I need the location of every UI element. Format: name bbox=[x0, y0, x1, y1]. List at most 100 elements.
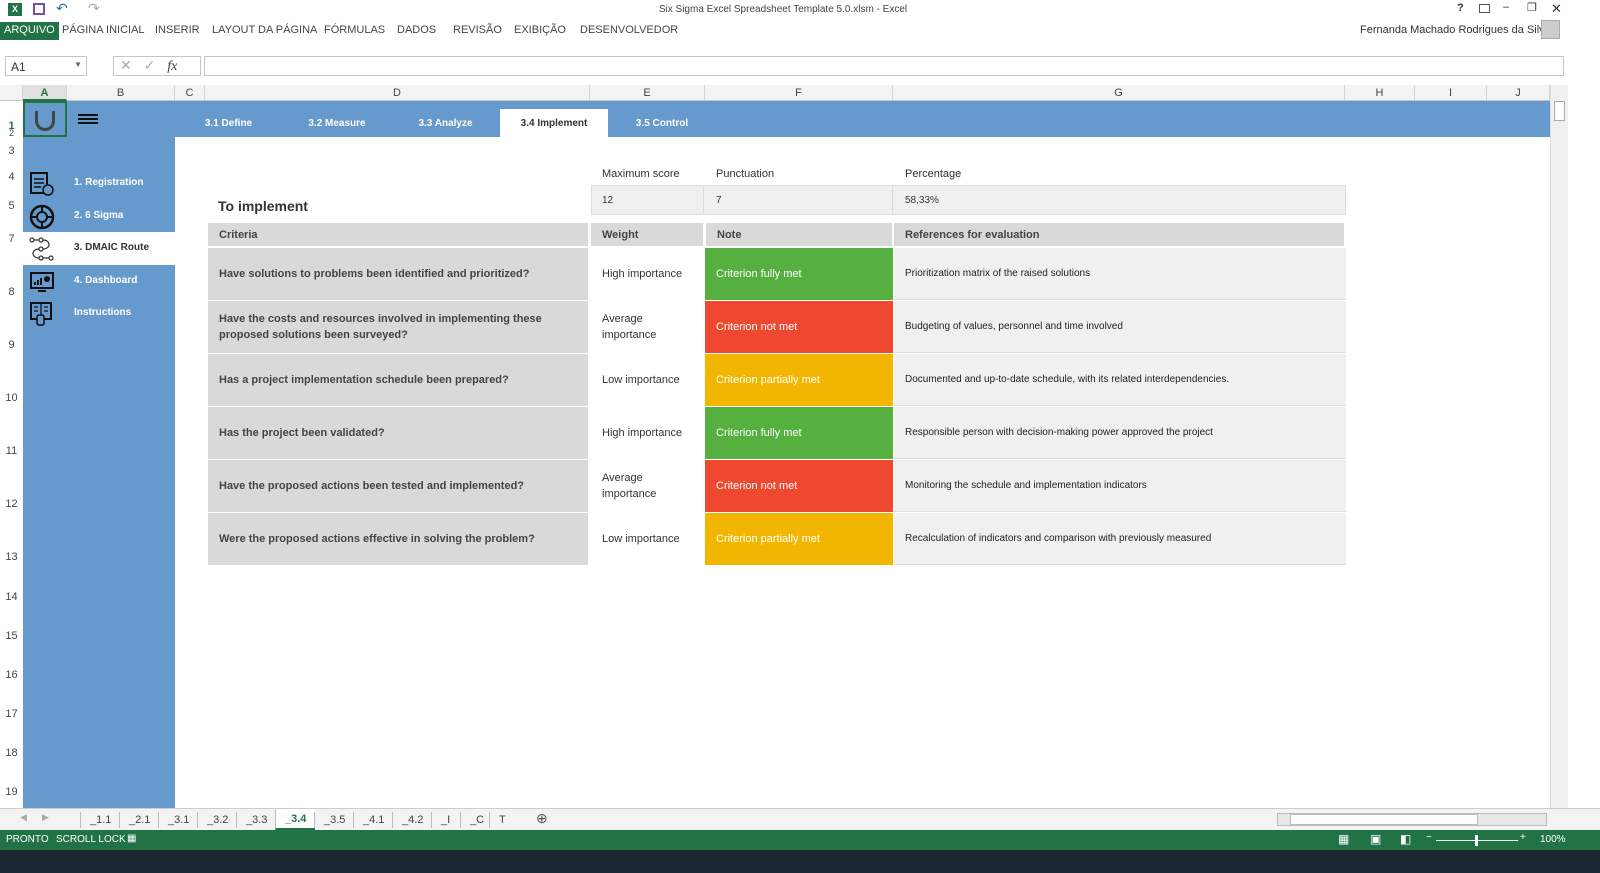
column-header-b[interactable]: B bbox=[67, 85, 175, 101]
row-header[interactable]: 5 bbox=[0, 200, 23, 212]
column-header-e[interactable]: E bbox=[590, 85, 705, 101]
sidebar-item-dashboard[interactable]: 4. Dashboard bbox=[23, 265, 175, 298]
note-cell[interactable]: Criterion partially met bbox=[705, 354, 893, 406]
chevron-down-icon[interactable]: ▼ bbox=[74, 60, 82, 69]
weight-cell[interactable]: Average importance bbox=[591, 301, 703, 353]
zoom-in-icon[interactable]: + bbox=[1520, 832, 1526, 843]
page-layout-view-icon[interactable]: ▣ bbox=[1370, 832, 1381, 846]
row-header[interactable]: 7 bbox=[0, 233, 23, 245]
sidebar-item-instructions[interactable]: Instructions bbox=[23, 297, 175, 330]
home-logo-icon[interactable] bbox=[23, 101, 67, 137]
sheet-tab[interactable]: _3.5 bbox=[314, 812, 354, 828]
menu-icon[interactable] bbox=[78, 114, 98, 124]
phase-tab-measure[interactable]: 3.2 Measure bbox=[293, 109, 381, 137]
column-header-h[interactable]: H bbox=[1345, 85, 1415, 101]
scroll-thumb[interactable] bbox=[1554, 101, 1565, 121]
row-header[interactable]: 16 bbox=[0, 669, 23, 681]
row-header[interactable]: 15 bbox=[0, 630, 23, 642]
weight-cell[interactable]: Low importance bbox=[591, 354, 703, 406]
scroll-tabs-left-icon[interactable]: ◀ bbox=[20, 812, 27, 823]
formula-input[interactable] bbox=[204, 56, 1564, 76]
phase-tab-implement[interactable]: 3.4 Implement bbox=[500, 109, 608, 137]
row-header[interactable]: 17 bbox=[0, 708, 23, 720]
sheet-tab[interactable]: _I bbox=[431, 812, 459, 828]
tab-file[interactable]: ARQUIVO bbox=[0, 22, 59, 40]
tab-page-layout[interactable]: LAYOUT DA PÁGINA bbox=[212, 24, 317, 36]
column-header-d[interactable]: D bbox=[205, 85, 590, 101]
row-header[interactable]: 4 bbox=[0, 171, 23, 183]
horizontal-scrollbar[interactable] bbox=[1277, 813, 1547, 826]
weight-cell[interactable]: High importance bbox=[591, 407, 703, 459]
row-header[interactable]: 11 bbox=[0, 445, 23, 457]
normal-view-icon[interactable]: ▦ bbox=[1338, 832, 1349, 846]
row-header[interactable]: 10 bbox=[0, 392, 23, 404]
page-break-view-icon[interactable]: ◧ bbox=[1400, 832, 1411, 846]
tab-view[interactable]: EXIBIÇÃO bbox=[514, 24, 566, 36]
cancel-icon[interactable]: ✕ bbox=[120, 57, 132, 73]
zoom-out-icon[interactable]: − bbox=[1426, 832, 1432, 843]
note-cell[interactable]: Criterion partially met bbox=[705, 513, 893, 565]
phase-tab-control[interactable]: 3.5 Control bbox=[618, 109, 706, 137]
sheet-tab[interactable]: _3.1 bbox=[158, 812, 198, 828]
weight-cell[interactable]: Average importance bbox=[591, 460, 703, 512]
weight-cell[interactable]: Low importance bbox=[591, 513, 703, 565]
row-header[interactable]: 2 bbox=[0, 128, 23, 138]
note-cell[interactable]: Criterion fully met bbox=[705, 407, 893, 459]
sheet-tab[interactable]: _4.2 bbox=[392, 812, 432, 828]
restore-icon[interactable]: ❐ bbox=[1527, 1, 1537, 14]
note-cell[interactable]: Criterion not met bbox=[705, 301, 893, 353]
column-header-j[interactable]: J bbox=[1487, 85, 1550, 101]
weight-cell[interactable]: High importance bbox=[591, 248, 703, 300]
zoom-slider-thumb[interactable] bbox=[1475, 835, 1478, 846]
sheet-tab[interactable]: _3.2 bbox=[197, 812, 237, 828]
row-header[interactable]: 14 bbox=[0, 591, 23, 603]
sheet-tab[interactable]: _2.1 bbox=[119, 812, 159, 828]
row-header[interactable]: 13 bbox=[0, 551, 23, 563]
vertical-scrollbar[interactable] bbox=[1550, 85, 1568, 808]
ribbon-display-icon[interactable] bbox=[1479, 4, 1490, 13]
user-name[interactable]: Fernanda Machado Rodrigues da Silva bbox=[1360, 24, 1551, 36]
column-header-c[interactable]: C bbox=[175, 85, 205, 101]
close-icon[interactable]: ✕ bbox=[1551, 1, 1562, 17]
zoom-slider[interactable] bbox=[1436, 835, 1518, 846]
new-sheet-icon[interactable]: ⊕ bbox=[536, 810, 548, 827]
tab-developer[interactable]: DESENVOLVEDOR bbox=[580, 24, 678, 36]
column-header-g[interactable]: G bbox=[893, 85, 1345, 101]
phase-tab-analyze[interactable]: 3.3 Analyze bbox=[403, 109, 488, 137]
column-header-a[interactable]: A bbox=[23, 85, 67, 101]
sidebar-item-registration[interactable]: 1. Registration bbox=[23, 167, 175, 200]
minimize-icon[interactable]: – bbox=[1503, 1, 1509, 13]
tab-formulas[interactable]: FÓRMULAS bbox=[324, 24, 385, 36]
tab-review[interactable]: REVISÃO bbox=[453, 24, 502, 36]
insert-function-icon[interactable]: fx bbox=[167, 59, 177, 74]
note-cell[interactable]: Criterion fully met bbox=[705, 248, 893, 300]
phase-tab-define[interactable]: 3.1 Define bbox=[186, 109, 271, 137]
sidebar-item-6-sigma[interactable]: 2. 6 Sigma bbox=[23, 200, 175, 233]
column-header-i[interactable]: I bbox=[1415, 85, 1487, 101]
row-header[interactable]: 12 bbox=[0, 498, 23, 510]
name-box[interactable]: A1 ▼ bbox=[5, 56, 87, 76]
select-all[interactable] bbox=[0, 85, 23, 101]
help-icon[interactable]: ? bbox=[1457, 2, 1464, 14]
row-header[interactable]: 3 bbox=[0, 145, 23, 157]
tab-home[interactable]: PÁGINA INICIAL bbox=[62, 24, 145, 36]
sheet-tab[interactable]: _1.1 bbox=[80, 812, 120, 828]
column-header-f[interactable]: F bbox=[705, 85, 893, 101]
sheet-tab[interactable]: _4.1 bbox=[353, 812, 393, 828]
row-header[interactable]: 9 bbox=[0, 339, 23, 351]
h-scroll-thumb[interactable] bbox=[1290, 814, 1478, 825]
row-header[interactable]: 8 bbox=[0, 286, 23, 298]
zoom-level[interactable]: 100% bbox=[1540, 834, 1566, 845]
row-header[interactable]: 18 bbox=[0, 747, 23, 759]
avatar[interactable] bbox=[1541, 20, 1560, 39]
row-header[interactable]: 19 bbox=[0, 786, 23, 798]
scroll-tabs-right-icon[interactable]: ▶ bbox=[42, 812, 49, 823]
sheet-tab[interactable]: _3.4 bbox=[275, 809, 316, 830]
tab-data[interactable]: DADOS bbox=[397, 24, 436, 36]
sheet-tab[interactable]: T bbox=[489, 812, 515, 828]
sheet-tab[interactable]: _3.3 bbox=[236, 812, 276, 828]
note-cell[interactable]: Criterion not met bbox=[705, 460, 893, 512]
sidebar-item-dmaic-route[interactable]: 3. DMAIC Route bbox=[23, 232, 175, 265]
enter-icon[interactable]: ✓ bbox=[144, 57, 156, 73]
macro-record-icon[interactable]: ▦ bbox=[127, 833, 136, 844]
